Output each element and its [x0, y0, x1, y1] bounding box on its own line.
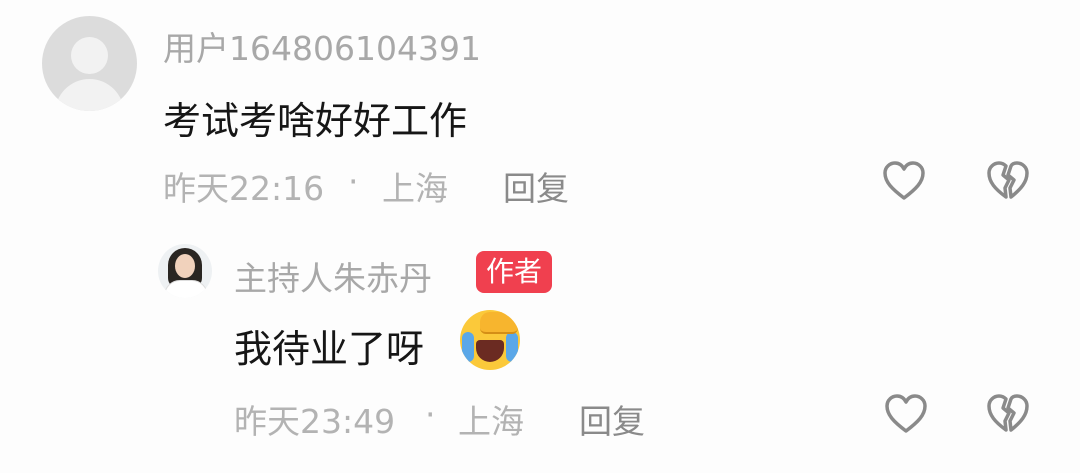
emoji-tear — [462, 332, 474, 362]
avatar-face — [175, 254, 195, 278]
emoji-mouth — [476, 340, 504, 362]
comment-username[interactable]: 用户164806104391 — [163, 22, 481, 70]
comment-reply-button[interactable]: 回复 — [503, 162, 569, 210]
laughing-crying-emoji — [460, 310, 520, 370]
avatar-shirt — [164, 280, 208, 298]
emoji-hand — [480, 312, 518, 334]
comment-text: 考试考啥好好工作 — [163, 99, 468, 143]
author-badge: 作者 — [476, 251, 553, 293]
reply-reply-button[interactable]: 回复 — [579, 395, 645, 443]
comment-location: 上海 — [382, 169, 448, 208]
reply-username[interactable]: 主持人朱赤丹 — [234, 252, 432, 300]
heart-outline-icon[interactable] — [882, 160, 926, 202]
comment-separator: · — [348, 162, 359, 201]
avatar-head — [71, 37, 108, 74]
avatar-body — [55, 79, 124, 111]
reply-timestamp: 昨天23:49 — [234, 402, 396, 441]
reply-separator: · — [425, 395, 436, 434]
comment-timestamp: 昨天22:16 — [163, 169, 325, 208]
heart-outline-icon[interactable] — [884, 393, 928, 435]
broken-heart-icon[interactable] — [986, 160, 1030, 202]
avatar[interactable] — [42, 16, 137, 111]
author-avatar[interactable] — [158, 244, 212, 298]
reply-location: 上海 — [458, 402, 524, 441]
emoji-tear — [506, 332, 518, 362]
broken-heart-icon[interactable] — [986, 393, 1030, 435]
reply-text: 我待业了呀 — [234, 327, 425, 371]
